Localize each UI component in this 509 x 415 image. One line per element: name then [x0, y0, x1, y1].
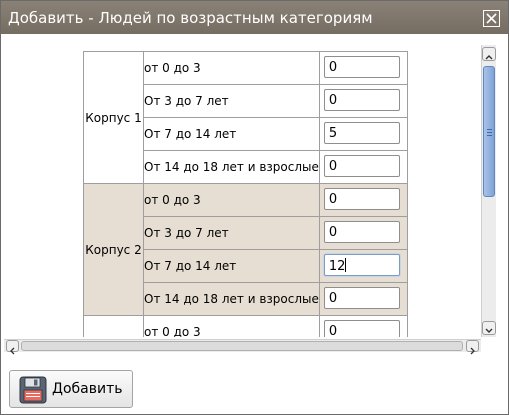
- add-button-label: Добавить: [52, 381, 123, 397]
- vertical-scroll-thumb[interactable]: [483, 66, 495, 197]
- add-people-dialog: Добавить - Людей по возрастным категория…: [0, 0, 509, 415]
- value-input[interactable]: 0: [323, 320, 400, 337]
- scroll-down-button[interactable]: [482, 321, 496, 335]
- category-label: от 0 до 3: [143, 183, 320, 217]
- category-label: От 14 до 18 лет и взрослые: [143, 150, 320, 184]
- table-row: Корпус 2 от 0 до 3 0: [83, 183, 408, 316]
- chevron-right-icon: [470, 347, 475, 355]
- value-input[interactable]: 0: [323, 155, 400, 177]
- vertical-scrollbar[interactable]: [481, 45, 496, 337]
- dialog-title: Добавить - Людей по возрастным категория…: [8, 9, 373, 27]
- scroll-up-button[interactable]: [482, 47, 496, 61]
- value-input[interactable]: 0: [323, 89, 400, 111]
- close-x-icon: [486, 13, 497, 24]
- grip-icon: [487, 129, 492, 138]
- value-input[interactable]: 0: [323, 188, 400, 210]
- floppy-disk-icon: [19, 376, 47, 404]
- age-category-table: Корпус 1 от 0 до 3 0 От 3 до 7 лет 0 От …: [83, 51, 408, 337]
- form-scroll-area: Корпус 1 от 0 до 3 0 От 3 до 7 лет 0 От …: [4, 45, 497, 355]
- value-input[interactable]: 0: [323, 287, 400, 309]
- form-viewport: Корпус 1 от 0 до 3 0 От 3 до 7 лет 0 От …: [4, 45, 479, 337]
- input-text: 12: [328, 259, 346, 274]
- text-caret: [345, 258, 347, 272]
- group-label: [83, 315, 144, 337]
- category-label: От 14 до 18 лет и взрослые: [143, 282, 320, 316]
- horizontal-scrollbar[interactable]: [4, 339, 481, 355]
- category-label: от 0 до 3: [143, 315, 320, 337]
- category-label: От 7 до 14 лет: [143, 117, 320, 151]
- dialog-titlebar: Добавить - Людей по возрастным категория…: [1, 1, 508, 34]
- category-label: От 7 до 14 лет: [143, 249, 320, 283]
- close-button[interactable]: [483, 10, 500, 27]
- group-label: Корпус 2: [83, 183, 144, 316]
- category-label: От 3 до 7 лет: [143, 84, 320, 118]
- value-input[interactable]: 5: [323, 122, 400, 144]
- value-input[interactable]: 0: [323, 56, 400, 78]
- group-label: Корпус 1: [83, 51, 144, 184]
- category-label: От 3 до 7 лет: [143, 216, 320, 250]
- chevron-left-icon: [10, 347, 15, 355]
- chevron-up-icon: [485, 55, 493, 60]
- scroll-right-button[interactable]: [466, 340, 479, 355]
- category-label: от 0 до 3: [143, 51, 320, 85]
- table-row: Корпус 1 от 0 до 3 0: [83, 51, 408, 184]
- horizontal-scroll-thumb[interactable]: [21, 341, 463, 351]
- chevron-down-icon: [485, 328, 493, 333]
- add-button[interactable]: Добавить: [9, 370, 133, 408]
- scroll-left-button[interactable]: [6, 340, 19, 355]
- table-row: от 0 до 3 0: [83, 315, 408, 337]
- value-input[interactable]: 0: [323, 221, 400, 243]
- value-input-focused[interactable]: 12: [323, 254, 400, 276]
